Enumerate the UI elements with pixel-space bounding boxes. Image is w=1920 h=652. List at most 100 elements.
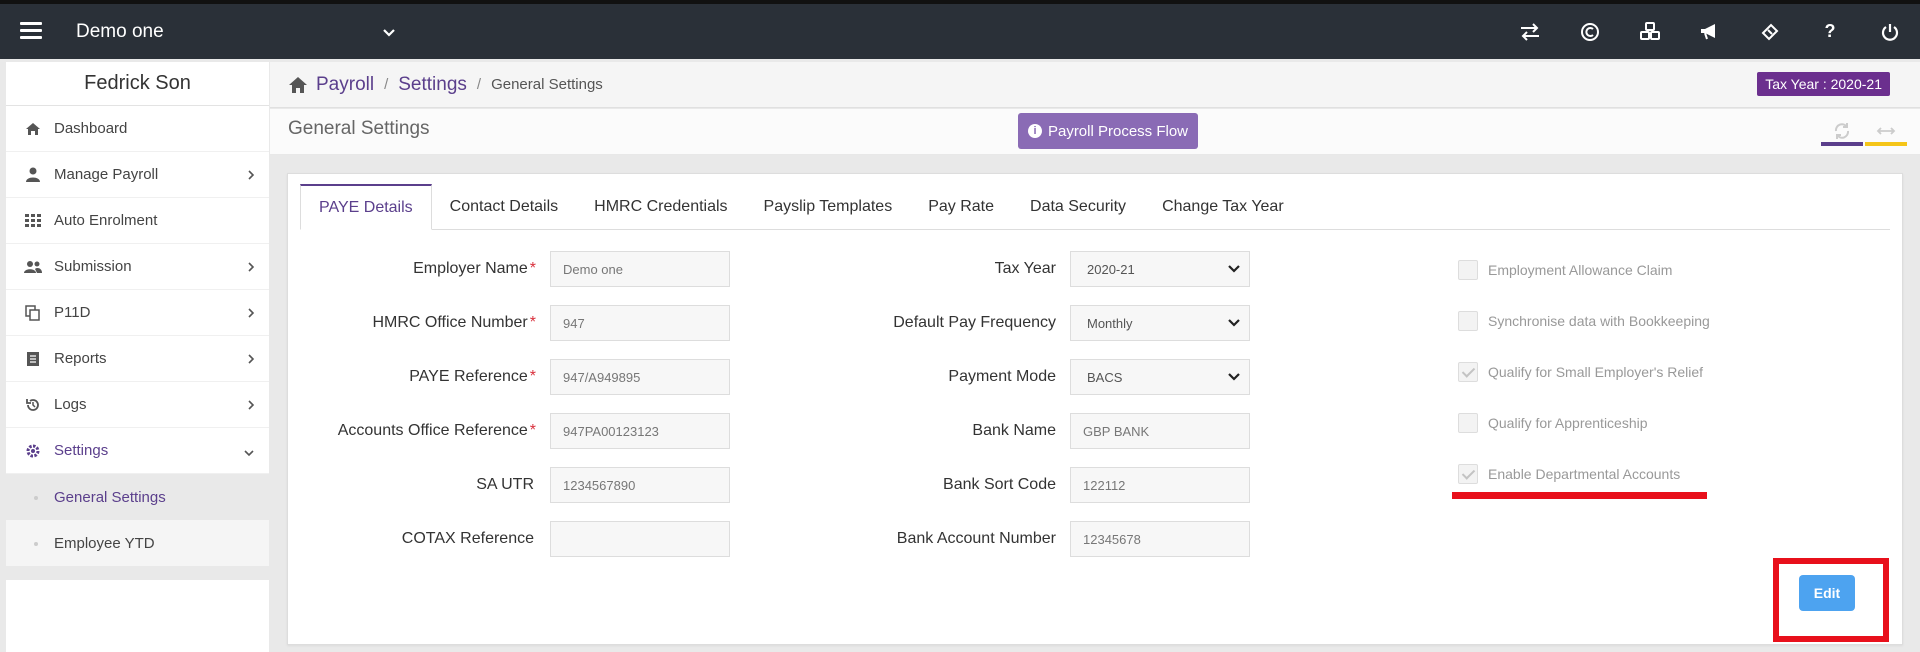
sidebar-item-label: Auto Enrolment <box>54 212 158 229</box>
home-icon[interactable] <box>288 76 308 94</box>
sa-utr-field[interactable]: 1234567890 <box>550 467 730 503</box>
top-navbar: Demo one ? <box>0 0 1920 59</box>
employment-allowance-claim-checkbox[interactable] <box>1458 260 1478 280</box>
small-employers-relief-option: Qualify for Small Employer's Relief <box>1458 361 1703 383</box>
copy-icon <box>24 304 42 322</box>
sidebar-item-manage-payroll[interactable]: Manage Payroll <box>6 152 269 198</box>
expand-icon[interactable] <box>1865 119 1907 146</box>
tax-year-badge: Tax Year : 2020-21 <box>1757 72 1890 96</box>
modules-icon[interactable] <box>1620 4 1680 59</box>
chevron-down-icon <box>1227 317 1241 332</box>
hamburger-menu-icon[interactable] <box>20 22 42 40</box>
sidebar-item-label: Logs <box>54 396 87 413</box>
tab-bar: PAYE Details Contact Details HMRC Creden… <box>300 184 1890 230</box>
chevron-right-icon <box>247 306 255 323</box>
tab-paye-details[interactable]: PAYE Details <box>300 184 432 230</box>
document-icon <box>24 350 42 368</box>
cotax-reference-row: COTAX Reference <box>300 521 730 557</box>
page-header: General Settings i Payroll Process Flow <box>270 109 1920 155</box>
departmental-accounts-option: Enable Departmental Accounts <box>1458 463 1680 485</box>
apprenticeship-option: Qualify for Apprenticeship <box>1458 412 1648 434</box>
sidebar-item-reports[interactable]: Reports <box>6 336 269 382</box>
chevron-down-icon <box>243 444 255 461</box>
bank-account-number-field[interactable]: 12345678 <box>1070 521 1250 557</box>
employment-allowance-claim-option: Employment Allowance Claim <box>1458 259 1672 281</box>
grid-icon <box>24 212 42 230</box>
power-icon[interactable] <box>1860 4 1920 59</box>
gear-icon <box>24 442 42 460</box>
apprenticeship-checkbox[interactable] <box>1458 413 1478 433</box>
sidebar-subitem-general-settings[interactable]: General Settings <box>6 474 269 520</box>
small-employers-relief-checkbox[interactable] <box>1458 362 1478 382</box>
bank-name-field[interactable]: GBP BANK <box>1070 413 1250 449</box>
tax-year-select[interactable]: 2020-21 <box>1070 251 1250 287</box>
sidebar-item-dashboard[interactable]: Dashboard <box>6 106 269 152</box>
help-icon[interactable]: ? <box>1800 4 1860 59</box>
sidebar-item-label: Reports <box>54 350 107 367</box>
default-pay-frequency-row: Default Pay Frequency Monthly <box>820 305 1250 341</box>
bank-name-row: Bank Name GBP BANK <box>820 413 1250 449</box>
chevron-right-icon <box>247 398 255 415</box>
breadcrumb-payroll[interactable]: Payroll <box>316 74 374 96</box>
ticket-icon[interactable] <box>1740 4 1800 59</box>
sidebar-item-label: Manage Payroll <box>54 166 159 183</box>
tab-hmrc-credentials[interactable]: HMRC Credentials <box>576 184 745 230</box>
bank-sort-code-field[interactable]: 122112 <box>1070 467 1250 503</box>
info-icon: i <box>1027 124 1042 138</box>
sidebar-item-logs[interactable]: Logs <box>6 382 269 428</box>
tab-data-security[interactable]: Data Security <box>1012 184 1144 230</box>
departmental-accounts-checkbox[interactable] <box>1458 464 1478 484</box>
refresh-icon[interactable] <box>1821 119 1863 146</box>
currency-icon[interactable] <box>1560 4 1620 59</box>
user-icon <box>24 166 42 184</box>
synchronise-bookkeeping-checkbox[interactable] <box>1458 311 1478 331</box>
sidebar-item-label: Submission <box>54 258 132 275</box>
sidebar-item-auto-enrolment[interactable]: Auto Enrolment <box>6 198 269 244</box>
accounts-office-reference-field[interactable]: 947PA00123123 <box>550 413 730 449</box>
bank-account-number-row: Bank Account Number 12345678 <box>820 521 1250 557</box>
breadcrumb-current: General Settings <box>491 76 603 93</box>
breadcrumb: Payroll / Settings / General Settings Ta… <box>270 62 1920 108</box>
tax-year-row: Tax Year 2020-21 <box>820 251 1250 287</box>
chevron-down-icon <box>1227 371 1241 386</box>
breadcrumb-settings[interactable]: Settings <box>398 74 467 96</box>
employer-name-field[interactable]: Demo one <box>550 251 730 287</box>
company-name: Demo one <box>76 21 164 42</box>
paye-reference-row: PAYE Reference * 947/A949895 <box>300 359 730 395</box>
tab-payslip-templates[interactable]: Payslip Templates <box>746 184 911 230</box>
settings-card: PAYE Details Contact Details HMRC Creden… <box>287 173 1903 645</box>
sidebar-subitem-employee-ytd[interactable]: Employee YTD <box>6 520 269 566</box>
hmrc-office-number-row: HMRC Office Number * 947 <box>300 305 730 341</box>
payment-mode-row: Payment Mode BACS <box>820 359 1250 395</box>
company-selector[interactable]: Demo one <box>76 14 406 50</box>
swap-icon[interactable] <box>1500 4 1560 59</box>
sidebar-item-p11d[interactable]: P11D <box>6 290 269 336</box>
sidebar-item-settings[interactable]: Settings <box>6 428 269 474</box>
chevron-right-icon <box>247 260 255 277</box>
sa-utr-row: SA UTR 1234567890 <box>300 467 730 503</box>
paye-reference-field[interactable]: 947/A949895 <box>550 359 730 395</box>
announcement-icon[interactable] <box>1680 4 1740 59</box>
employer-name-row: Employer Name * Demo one <box>300 251 730 287</box>
sidebar-subitem-label: General Settings <box>54 488 166 506</box>
tab-contact-details[interactable]: Contact Details <box>432 184 577 230</box>
bank-sort-code-row: Bank Sort Code 122112 <box>820 467 1250 503</box>
synchronise-bookkeeping-option: Synchronise data with Bookkeeping <box>1458 310 1710 332</box>
tab-pay-rate[interactable]: Pay Rate <box>910 184 1012 230</box>
accounts-office-reference-row: Accounts Office Reference * 947PA00123123 <box>300 413 730 449</box>
cotax-reference-field[interactable] <box>550 521 730 557</box>
page-title: General Settings <box>288 118 430 139</box>
default-pay-frequency-select[interactable]: Monthly <box>1070 305 1250 341</box>
sidebar-item-label: P11D <box>54 304 91 321</box>
annotation-underline <box>1452 492 1707 499</box>
tab-change-tax-year[interactable]: Change Tax Year <box>1144 184 1302 230</box>
sidebar-item-submission[interactable]: Submission <box>6 244 269 290</box>
home-icon <box>24 120 42 138</box>
history-icon <box>24 396 42 414</box>
chevron-down-icon <box>1227 263 1241 278</box>
hmrc-office-number-field[interactable]: 947 <box>550 305 730 341</box>
edit-button[interactable]: Edit <box>1799 575 1855 611</box>
payroll-process-flow-button[interactable]: i Payroll Process Flow <box>1018 113 1198 149</box>
chevron-right-icon <box>247 352 255 369</box>
payment-mode-select[interactable]: BACS <box>1070 359 1250 395</box>
